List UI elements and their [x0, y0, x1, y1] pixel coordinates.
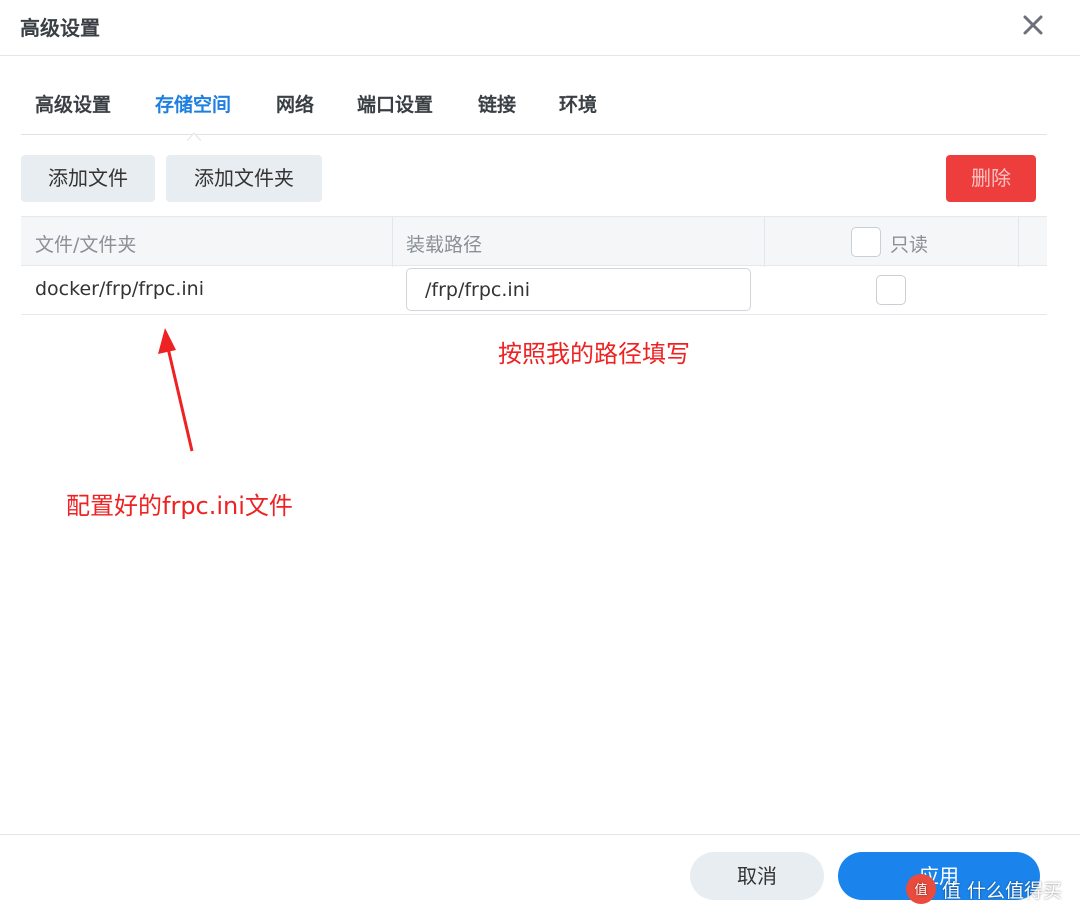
dialog-title: 高级设置 [20, 16, 100, 40]
mount-path-input[interactable] [406, 268, 751, 311]
readonly-checkbox[interactable] [876, 275, 906, 305]
column-divider [392, 217, 393, 267]
readonly-all-checkbox[interactable] [851, 227, 881, 257]
watermark: 值 值 什么值得买 [906, 872, 1062, 906]
dialog-title-bar: 高级设置 [0, 0, 1080, 56]
path-annotation: 按照我的路径填写 [498, 340, 690, 368]
tab-environment[interactable]: 环境 [559, 90, 597, 117]
tab-network[interactable]: 网络 [276, 90, 314, 117]
column-divider [1018, 217, 1019, 267]
delete-button[interactable]: 删除 [946, 155, 1036, 202]
table-row[interactable]: docker/frp/frpc.ini [21, 266, 1047, 315]
watermark-text: 值 什么值得买 [942, 879, 1063, 902]
tab-links[interactable]: 链接 [478, 90, 516, 117]
table-header: 文件/文件夹 装载路径 只读 [21, 216, 1047, 267]
annotation-arrow-icon [158, 328, 194, 452]
volume-table: 文件/文件夹 装载路径 只读 docker/frp/frpc.ini [21, 216, 1047, 315]
svg-text:值: 值 [914, 882, 927, 898]
smzdm-logo-icon: 值 [906, 874, 936, 904]
column-header-readonly: 只读 [890, 234, 929, 256]
cancel-button[interactable]: 取消 [690, 852, 824, 900]
file-annotation: 配置好的frpc.ini文件 [66, 492, 293, 520]
file-path-cell: docker/frp/frpc.ini [35, 278, 204, 300]
tab-storage[interactable]: 存储空间 [155, 90, 231, 117]
tab-port-settings[interactable]: 端口设置 [357, 90, 433, 117]
column-header-file[interactable]: 文件/文件夹 [35, 230, 136, 257]
column-header-mount-path[interactable]: 装载路径 [406, 230, 482, 257]
add-file-button[interactable]: 添加文件 [21, 155, 155, 202]
tab-advanced-settings[interactable]: 高级设置 [35, 90, 111, 117]
add-folder-button[interactable]: 添加文件夹 [166, 155, 322, 202]
active-tab-caret-icon [186, 126, 202, 142]
tab-bar: 高级设置 存储空间 网络 端口设置 链接 环境 [21, 80, 1047, 142]
column-divider [764, 217, 765, 267]
close-icon[interactable] [1018, 10, 1048, 40]
